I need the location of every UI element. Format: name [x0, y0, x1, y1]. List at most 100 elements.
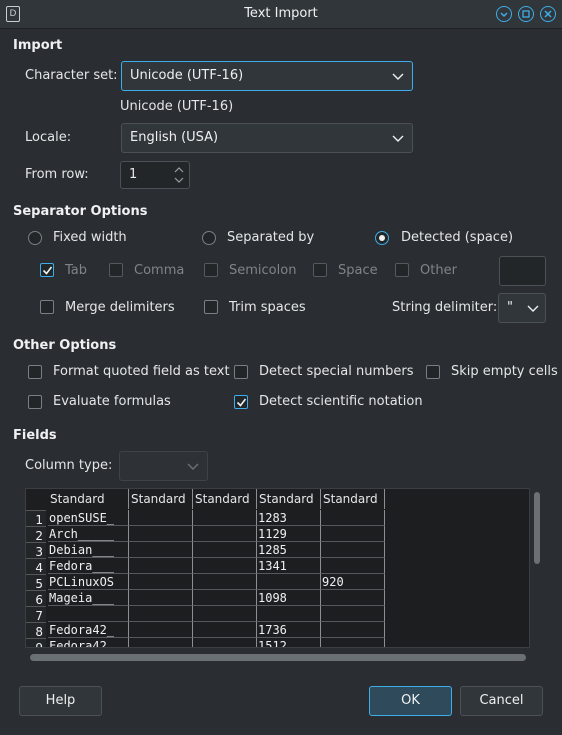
detected-label[interactable]: Detected (space) [401, 230, 513, 245]
string-delimiter-combo[interactable]: " [498, 293, 546, 323]
data-preview-grid[interactable]: Standard Standard Standard Standard Standard… [25, 488, 530, 648]
table-cell [129, 542, 193, 558]
ok-button[interactable]: OK [369, 686, 452, 716]
format-quoted-checkbox[interactable] [28, 365, 42, 379]
evaluate-formulas-label[interactable]: Evaluate formulas [53, 394, 171, 409]
horizontal-scrollbar[interactable] [30, 654, 526, 661]
column-header[interactable]: Standard [193, 489, 257, 509]
help-button[interactable]: Help [19, 686, 102, 716]
locale-combo[interactable]: English (USA) [121, 123, 413, 153]
table-cell [321, 638, 385, 647]
merge-delimiters-label[interactable]: Merge delimiters [65, 300, 175, 315]
table-cell: Fedora___ [48, 558, 129, 574]
chevron-down-icon [527, 305, 539, 312]
table-cell: PCLinuxOS [48, 574, 129, 590]
table-cell: 1098 [257, 590, 321, 606]
from-row-spinbox[interactable]: 1 [120, 161, 190, 189]
table-cell [321, 590, 385, 606]
table-cell: Fedora42_ [48, 622, 129, 638]
format-quoted-label[interactable]: Format quoted field as text [53, 364, 230, 379]
comma-checkbox[interactable] [109, 263, 123, 277]
table-cell [321, 542, 385, 558]
column-header[interactable]: Standard [129, 489, 193, 509]
row-number: 8 [26, 622, 46, 639]
table-row: 7 [26, 606, 386, 623]
table-cell [193, 510, 257, 526]
other-options-heading: Other Options [13, 338, 117, 353]
skip-empty-label[interactable]: Skip empty cells [451, 364, 558, 379]
from-row-value: 1 [129, 167, 138, 182]
table-cell [193, 526, 257, 542]
table-cell: 1512 [257, 638, 321, 647]
table-cell [257, 574, 321, 590]
row-number: 5 [26, 574, 46, 591]
column-header[interactable]: Standard [48, 489, 129, 509]
table-cell: Fedora42_ [48, 638, 129, 647]
other-label: Other [420, 263, 457, 278]
separated-by-radio[interactable] [202, 231, 216, 245]
table-cell: openSUSE_ [48, 510, 129, 526]
separated-by-label[interactable]: Separated by [227, 230, 314, 245]
table-cell [193, 558, 257, 574]
from-row-label: From row: [25, 167, 89, 182]
table-cell: 920 [321, 574, 385, 590]
detect-special-checkbox[interactable] [234, 365, 248, 379]
table-cell [193, 638, 257, 647]
window-title: Text Import [244, 6, 318, 21]
row-number: 4 [26, 558, 46, 575]
table-cell: 1285 [257, 542, 321, 558]
semicolon-checkbox[interactable] [204, 263, 218, 277]
spin-arrows-icon[interactable] [174, 165, 184, 185]
maximize-button[interactable] [518, 6, 534, 22]
row-number: 3 [26, 542, 46, 559]
semicolon-label: Semicolon [229, 263, 297, 278]
minimize-button[interactable] [496, 6, 512, 22]
table-row: 6 Mageia___ 1098 [26, 590, 386, 607]
skip-empty-checkbox[interactable] [426, 365, 440, 379]
locale-value: English (USA) [130, 130, 219, 145]
column-header[interactable]: Standard [257, 489, 321, 509]
trim-spaces-checkbox[interactable] [204, 300, 218, 314]
close-button[interactable] [540, 6, 556, 22]
other-separator-input[interactable] [499, 256, 546, 286]
fields-heading: Fields [13, 428, 57, 443]
checkmark-icon [42, 266, 53, 275]
table-row: 3 Debian___ 1285 [26, 542, 386, 559]
evaluate-formulas-checkbox[interactable] [28, 395, 42, 409]
charset-combo[interactable]: Unicode (UTF-16) [121, 61, 413, 91]
title-bar: D Text Import [0, 0, 562, 29]
checkmark-icon [236, 398, 247, 407]
detect-special-label[interactable]: Detect special numbers [259, 364, 413, 379]
other-checkbox[interactable] [395, 263, 409, 277]
fixed-width-radio[interactable] [28, 231, 42, 245]
fixed-width-label[interactable]: Fixed width [53, 230, 127, 245]
table-row: 5 PCLinuxOS 920 [26, 574, 386, 591]
detect-scientific-checkbox[interactable] [234, 395, 248, 409]
detect-scientific-label[interactable]: Detect scientific notation [259, 394, 423, 409]
locale-label: Locale: [25, 130, 72, 145]
merge-delimiters-checkbox[interactable] [40, 300, 54, 314]
table-cell [257, 606, 321, 622]
trim-spaces-label[interactable]: Trim spaces [229, 300, 306, 315]
column-header[interactable]: Standard [321, 489, 385, 509]
charset-hint: Unicode (UTF-16) [120, 99, 234, 114]
table-row: 9 Fedora42_ 1512 [26, 638, 386, 647]
table-row: 2 Arch_____ 1129 [26, 526, 386, 543]
column-type-label: Column type: [25, 458, 113, 473]
chevron-down-icon [392, 73, 404, 80]
table-cell [129, 606, 193, 622]
vertical-scrollbar[interactable] [534, 492, 540, 564]
cancel-button[interactable]: Cancel [460, 686, 543, 716]
table-cell: Debian___ [48, 542, 129, 558]
chevron-down-icon [392, 135, 404, 142]
column-type-combo[interactable] [119, 451, 208, 481]
chevron-down-icon [187, 463, 199, 470]
row-number: 1 [26, 510, 46, 527]
charset-value: Unicode (UTF-16) [130, 68, 244, 83]
detected-radio[interactable] [375, 231, 389, 245]
string-delimiter-label: String delimiter: [392, 300, 498, 315]
tab-checkbox[interactable] [40, 263, 54, 277]
space-checkbox[interactable] [313, 263, 327, 277]
maximize-icon [522, 10, 530, 18]
table-cell [321, 526, 385, 542]
